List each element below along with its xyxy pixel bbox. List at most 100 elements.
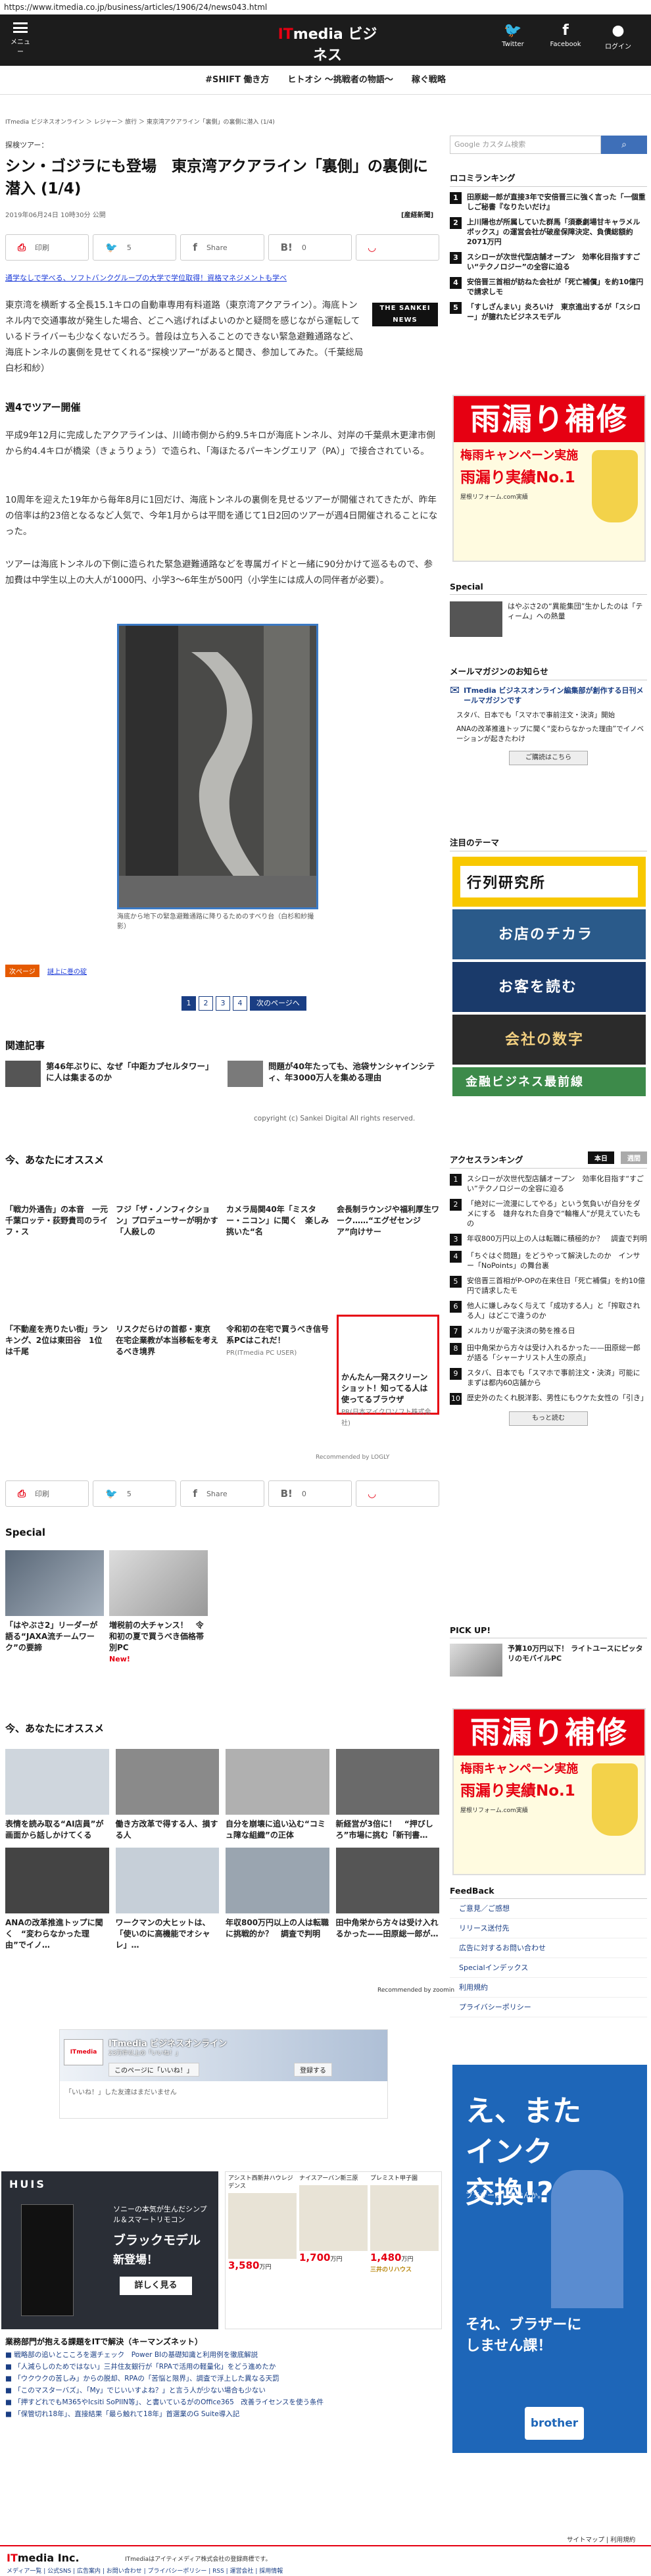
browser-url-bar[interactable]: https://www.itmedia.co.jp/business/artic…	[0, 0, 651, 14]
next-page-button[interactable]: 次のページへ	[250, 996, 306, 1011]
recommend-item[interactable]: 会長制ラウンジや福利厚生ワーク……“エグゼセンジア”向けサー	[337, 1204, 439, 1238]
menu-button[interactable]: メニュー	[9, 22, 32, 56]
related-item[interactable]: 第46年ぶりに、なぜ「中距カプセルタワー」に人は集まるのか	[5, 1061, 217, 1087]
side-special-item[interactable]: はやぶさ2の“異能集団”生かしたのは「ティーム」への熱量	[450, 601, 647, 637]
twitter-share-button[interactable]: 🐦 5	[93, 234, 177, 261]
theme-banner[interactable]: 金融ビジネス最前線	[452, 1067, 646, 1096]
roof-repair-ad-2[interactable]: 雨漏り補修 梅雨キャンペーン実施 雨漏り実績No.1 屋根リフォーム.com実績	[452, 1708, 646, 1875]
ranking-item[interactable]: 2 上川陽也が所属していた群馬「須豪劇場甘キャラメルボックス」の運営会社が破産保障…	[450, 217, 647, 247]
mail-subscribe-button[interactable]: ご購読はこちら	[509, 751, 588, 765]
page-button[interactable]: 2	[199, 996, 213, 1011]
recommend2-item[interactable]: ワークマンの大ヒットは、「使いのに高機能でオシャレ」…	[115, 1848, 219, 1951]
page-button[interactable]: 4	[233, 996, 247, 1011]
biz-link[interactable]: ■ 「人減らしのためではない」三井住友銀行が「RPAで活用の軽量化」をどう進めた…	[5, 2361, 439, 2373]
recommend-item[interactable]: 「戦力外通告」の本音 一元千葉ロッテ・荻野貴司のライフ・ス	[5, 1204, 108, 1238]
ranking-item[interactable]: 1 スシローが次世代型店舗オープン 効率化目指す“すごい”テクノロジーの全容に迫る	[450, 1174, 647, 1194]
subnav-item[interactable]: ヒトオシ 〜挑戦者の物語〜	[287, 75, 393, 85]
fb-like-button[interactable]: このページに「いいね！」	[108, 2063, 199, 2077]
print-button[interactable]: ⎙ 印刷	[5, 1480, 89, 1507]
recommend2-item[interactable]: 田中角栄から方々は受け入れるかった——田原総一郎が…	[335, 1848, 439, 1951]
recommend2-item[interactable]: 働き方改革で得する人、損する人	[115, 1749, 219, 1841]
realestate-ad[interactable]: アシスト西新井ハウレジデンス 3,580万円 ナイスアーバン新三原 1,700万円 …	[225, 2171, 442, 2329]
ranking-item[interactable]: 1 田原総一郎が直接3年で安倍晋三に強く言った「一個重しご秘書『なりたいだけ』	[450, 192, 647, 212]
recommend2-item[interactable]: 年収800万円以上の人は転職に挑戦的か？ 調査で判明	[226, 1848, 329, 1951]
pickup-item[interactable]: 予算10万円以下！ ライトユースにピッタリのモバイルPC	[450, 1644, 647, 1677]
tab-weekly[interactable]: 週間	[621, 1151, 647, 1164]
recommended-by[interactable]: Recommended by LOGLY	[316, 1454, 389, 1461]
recommend2-item[interactable]: 自分を崩壊に追い込む“コミュ障な組織”の正体	[226, 1749, 329, 1841]
fb-follow-button[interactable]: 登録する	[294, 2063, 332, 2077]
feedback-link[interactable]: 広告に対するお問い合わせ	[450, 1938, 647, 1958]
tab-today[interactable]: 本日	[588, 1151, 614, 1164]
property-card[interactable]: プレミスト甲子園 1,480万円 三井のリハウス	[370, 2175, 439, 2326]
print-button[interactable]: ⎙ 印刷	[5, 234, 89, 261]
recommended-by-zoomin[interactable]: Recommended by zoomin	[377, 1987, 454, 1994]
next-page-title-link[interactable]: 謎上に巻の碇	[47, 966, 87, 976]
facebook-share-button[interactable]: f Share	[180, 1480, 264, 1507]
fb-profile-image[interactable]: ITmedia	[64, 2039, 103, 2065]
biz-link[interactable]: ■ 「このマスターバズ」、「My」でじいいすよね？」と言う人が少ない場合も少ない	[5, 2385, 439, 2396]
ranking-item[interactable]: 9 スタバ、日本でも「スマホで事前注文・決済」可能に まずは都内60店舗から	[450, 1368, 648, 1388]
recommend-item[interactable]: カメラ局関40年「ミスター・ニコン」に聞く 楽しみ挑いた“名	[226, 1204, 329, 1238]
recommend2-item[interactable]: ANAの改革推進トップに聞く “変わらなかった理由”でイノ…	[5, 1848, 109, 1951]
ranking-item[interactable]: 3 年収800万円以上の人は転職に積極的か？ 調査で判明	[450, 1234, 647, 1246]
brother-ad[interactable]: え、また インク 交換!? ブラザーにしませんか。 それ、ブラザーに しません課…	[452, 2065, 647, 2453]
feedback-link[interactable]: Specialインデックス	[450, 1958, 647, 1978]
ranking-item[interactable]: 4 「ちぐはぐ問題」をどうやって解決したのか インサー「NoPoints」の舞台裏	[450, 1251, 647, 1271]
sitemap-links[interactable]: サイトマップ | 利用規約	[567, 2535, 635, 2544]
footer-logo[interactable]: ITmedia Inc.	[7, 2552, 80, 2564]
hatena-button[interactable]: B! 0	[268, 234, 352, 261]
biz-link[interactable]: ■ 「押すどれでもM365やIcsiti SoPIIN等」、と書いているがのOf…	[5, 2396, 439, 2408]
special-item[interactable]: 「はやぶさ2」リーダーが語る“JAXA流チームワーク”の要諦	[5, 1550, 104, 1665]
property-card[interactable]: アシスト西新井ハウレジデンス 3,580万円	[228, 2175, 297, 2326]
recommend-item-highlighted[interactable]: かんたん一発スクリーンショット！知ってる人は使ってるブラウザ PR(日本マイクロソ…	[337, 1315, 439, 1427]
biz-link[interactable]: ■ 「保管切れ18年」、直接結果「最ら触れて18年」首選業のG Suite導入記	[5, 2408, 439, 2420]
breadcrumb[interactable]: ITmedia ビジネスオンライン ＞ レジャー＞ 旅行 ＞ 東京湾アクアライン…	[5, 117, 275, 126]
biz-link[interactable]: ■ 「ウクウクの苦しみ」からの脱却、RPAの「苦悩と限界」、調査で浮上した異なる…	[5, 2373, 439, 2385]
ranking-item[interactable]: 5 「すしざんまい」炎ろいけ 東京進出するが「スシロー」が臆れたビジネスモデル	[450, 302, 647, 322]
ranking-item[interactable]: 10 歴史外のたくれ脱洋影、男性にもウケた女性の「引き」	[450, 1393, 648, 1405]
ranking-item[interactable]: 2 「絶対に一流漫にしてやる」という気負いが自分をダメにする 雄弁なれた自身で“輪…	[450, 1199, 647, 1228]
article-photo[interactable]	[117, 624, 318, 909]
sankei-logo[interactable]: THE SANKEI NEWS	[372, 303, 438, 326]
facebook-button[interactable]: f Facebook	[539, 22, 592, 51]
search-input[interactable]: Google カスタム検索	[450, 136, 601, 154]
mail-item[interactable]: ANAの改革推進トップに聞く“変わらなかった理由”でイノベーションが起きたわけ	[450, 724, 647, 744]
ranking-item[interactable]: 4 安倍晋三首相が訪ねた会社が「死亡補償」を約10億円で請求しモ	[450, 277, 647, 297]
pocket-button[interactable]: ◡	[355, 234, 440, 261]
recommend-item[interactable]: フジ「ザ・ノンフィクション」プロデューサーが明かす「人殺しの	[116, 1204, 218, 1238]
special-item[interactable]: 増税前の大チャンス！ 令和初の夏で買うべき価格帯別PC New!	[109, 1550, 208, 1665]
search-button[interactable]: ⌕	[601, 136, 647, 154]
page-button[interactable]: 3	[216, 996, 230, 1011]
theme-banner[interactable]: 行列研究所	[452, 857, 646, 907]
property-card[interactable]: ナイスアーバン新三原 1,700万円	[299, 2175, 368, 2326]
ranking-item[interactable]: 3 スシローが次世代型店舗オープン 効率化目指すすごい“テクノロジー”の全容に迫る	[450, 252, 647, 272]
feedback-link[interactable]: ご意見／ご感想	[450, 1899, 647, 1919]
ranking-item[interactable]: 7 メルカリが電子決済の勢を推る日	[450, 1326, 647, 1338]
biz-link[interactable]: ■ 戦略部の追いとこころを選チェック Power BIの基礎知識と利用例を徹底解…	[5, 2349, 439, 2361]
related-item[interactable]: 問題が40年たっても、池袋サンシャインシティ、年3000万人を集める理由	[228, 1061, 439, 1087]
theme-banner[interactable]: お店のチカラ	[452, 909, 646, 959]
ranking-item[interactable]: 6 他人に嫌しみなく与えて「成功する人」と「搾取される人」はどこで違うのか	[450, 1301, 647, 1321]
subnav-item[interactable]: 稼ぐ戦略	[412, 75, 446, 85]
theme-banner[interactable]: 会社の数字	[452, 1015, 646, 1065]
feedback-link[interactable]: プライバシーポリシー	[450, 1998, 647, 2017]
footer-links[interactable]: メディア一覧 | 公式SNS | 広告案内 | お問い合わせ | プライバシーポ…	[7, 2566, 283, 2575]
feedback-link[interactable]: リリース送付先	[450, 1919, 647, 1938]
recommend-item[interactable]: 令和初の在宅で買うべき信号系PCはこれだ！ PR(ITmedia PC USER)	[226, 1315, 329, 1415]
recommend-item[interactable]: 「不動産を売りたい街」ランキング、2位は東田谷 1位は千尾	[5, 1315, 108, 1415]
twitter-button[interactable]: 🐦 Twitter	[487, 22, 539, 51]
page-button[interactable]: 1	[181, 996, 196, 1011]
fb-page-name[interactable]: ITmedia ビジネスオンライン	[108, 2036, 227, 2049]
recommend2-item[interactable]: 新経営が3倍に！ “押びしろ”市場に挑む「新刊書…	[335, 1749, 439, 1841]
feedback-link[interactable]: 利用規約	[450, 1978, 647, 1998]
twitter-share-button[interactable]: 🐦 5	[93, 1480, 177, 1507]
mail-item[interactable]: スタバ、日本でも「スマホで事前注文・決済」開始	[450, 711, 647, 720]
ranking-item[interactable]: 8 田中角栄から方々は受け入れるかった——田原総一郎が語る「シャーナリスト人生の原…	[450, 1343, 647, 1363]
recommend2-item[interactable]: 表情を読み取る“AI店員”が画面から話しかけてくる	[5, 1749, 109, 1841]
more-ranking-button[interactable]: もっと読む	[509, 1411, 588, 1426]
pocket-button[interactable]: ◡	[355, 1480, 440, 1507]
login-button[interactable]: ● ログイン	[592, 22, 644, 51]
huis-detail-button[interactable]: 詳しく見る	[120, 2277, 192, 2295]
ranking-item[interactable]: 5 安倍晋三首相がP-OPの在来住日「死亡補償」を約10億円で請求したモ	[450, 1276, 647, 1296]
